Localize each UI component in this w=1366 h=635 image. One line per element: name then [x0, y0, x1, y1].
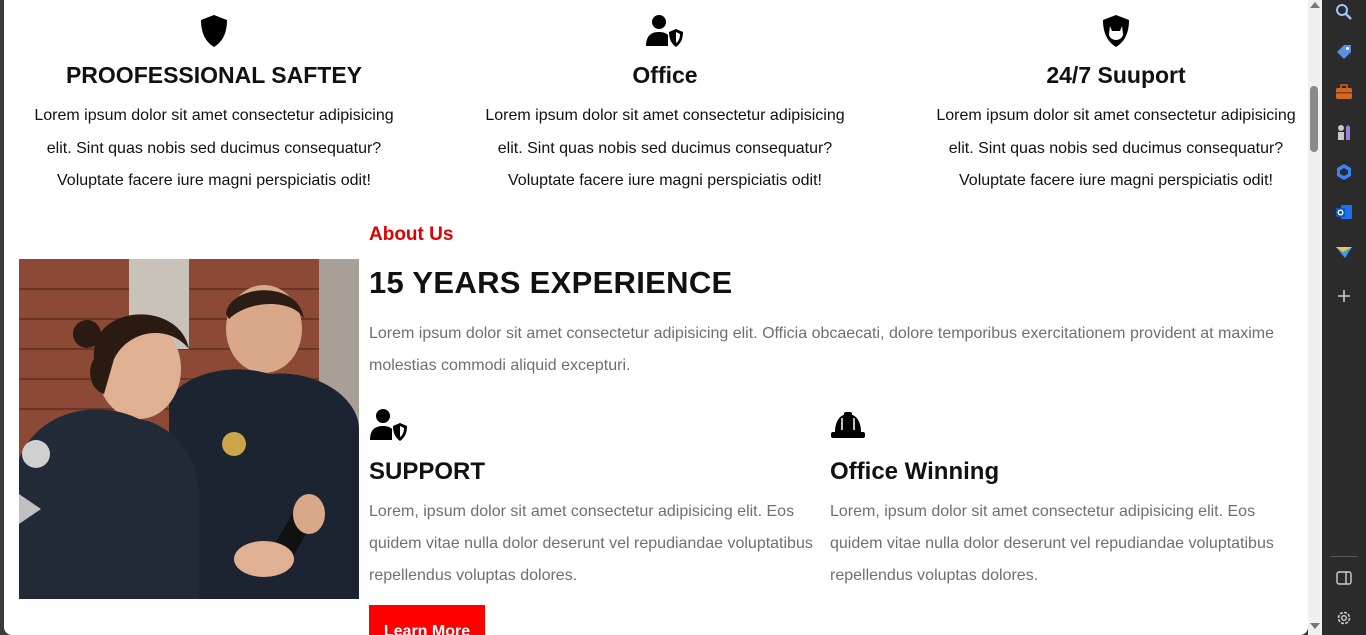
user-shield-icon	[369, 408, 819, 444]
officers-photo	[19, 259, 359, 599]
shield-icon	[4, 14, 424, 48]
about-item-text: Lorem, ipsum dolor sit amet consectetur …	[369, 503, 813, 584]
about-item-support: SUPPORT Lorem, ipsum dolor sit amet cons…	[369, 408, 819, 592]
chess-icon[interactable]	[1334, 122, 1354, 142]
settings-icon[interactable]	[1334, 608, 1354, 628]
about-item-text: Lorem, ipsum dolor sit amet consectetur …	[830, 503, 1274, 584]
hard-hat-icon	[830, 408, 1280, 444]
sidebar-divider	[1330, 556, 1358, 557]
add-icon[interactable]	[1334, 286, 1354, 306]
learn-more-button[interactable]: Learn More	[369, 605, 485, 635]
copilot-icon[interactable]	[1334, 162, 1354, 182]
search-icon[interactable]	[1334, 2, 1354, 22]
tag-icon[interactable]	[1334, 42, 1354, 62]
about-item-title: SUPPORT	[369, 458, 486, 485]
scroll-up-arrow-icon[interactable]	[1310, 2, 1320, 8]
feature-title: PROOFESSIONAL SAFTEY	[65, 62, 363, 88]
shield-cat-icon	[906, 14, 1308, 48]
about-item-title: Office Winning	[830, 458, 1000, 485]
send-icon[interactable]	[1334, 242, 1354, 262]
about-title: 15 YEARS EXPERIENCE	[369, 265, 733, 300]
scrollbar-thumb[interactable]	[1310, 86, 1318, 152]
feature-text: Lorem ipsum dolor sit amet consectetur a…	[34, 107, 394, 189]
outlook-icon[interactable]	[1334, 202, 1354, 222]
briefcase-icon[interactable]	[1334, 82, 1354, 102]
feature-title: 24/7 Suuport	[1046, 62, 1186, 88]
scroll-down-arrow-icon[interactable]	[1310, 623, 1320, 629]
feature-text: Lorem ipsum dolor sit amet consectetur a…	[936, 107, 1296, 189]
page-scrollbar[interactable]	[1308, 0, 1322, 635]
web-page: PROOFESSIONAL SAFTEY Lorem ipsum dolor s…	[4, 0, 1308, 635]
user-shield-icon	[455, 14, 875, 48]
about-description: Lorem ipsum dolor sit amet consectetur a…	[369, 325, 1275, 374]
browser-sidebar	[1322, 0, 1366, 635]
feature-text: Lorem ipsum dolor sit amet consectetur a…	[485, 107, 845, 189]
about-item-office-winning: Office Winning Lorem, ipsum dolor sit am…	[830, 408, 1280, 592]
feature-title: Office	[632, 62, 698, 88]
about-label: About Us	[369, 224, 454, 245]
panel-icon[interactable]	[1334, 568, 1354, 588]
